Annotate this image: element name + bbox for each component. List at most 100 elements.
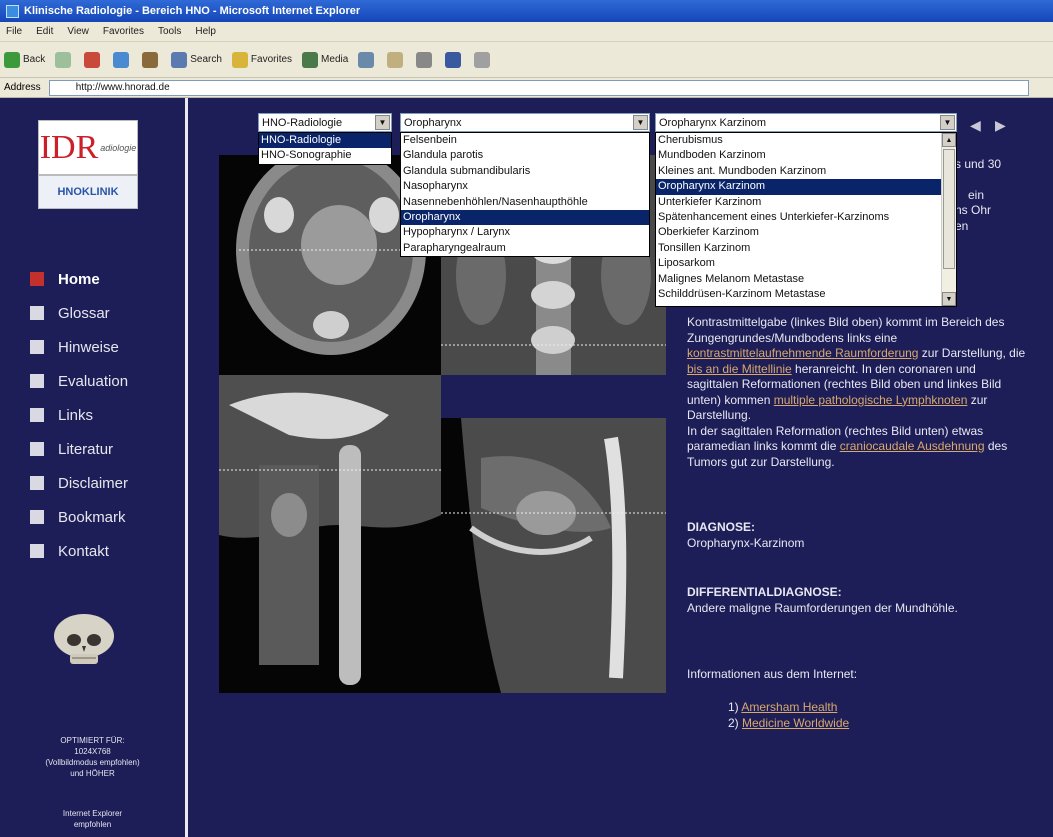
dropdown-arrow-icon[interactable]: ▼ [940,115,955,130]
hno-klinik-logo[interactable]: HNOKLINIK [38,175,138,209]
scroll-down-icon[interactable]: ▼ [942,292,956,306]
case-option[interactable]: Malignes Melanom Metastase [656,272,956,287]
nav-item-disclaimer[interactable]: Disclaimer [30,466,128,500]
refresh-button[interactable] [113,51,132,68]
media-icon [302,51,319,68]
hidden-text-line: s und 30 [955,157,1002,171]
nav-item-hinweise[interactable]: Hinweise [30,330,128,364]
category-option[interactable]: HNO-Sonographie [259,148,391,163]
category-select[interactable]: HNO-Radiologie ▼ [258,113,392,132]
case-option[interactable]: Cherubismus [656,133,956,148]
case-option[interactable]: Oropharynx Karzinom [656,179,956,195]
print-button[interactable] [416,51,435,68]
dropdown-arrow-icon[interactable]: ▼ [633,115,648,130]
nav-item-home[interactable]: Home [30,262,128,296]
search-button[interactable]: Search [171,51,222,68]
link-kontrastmittel[interactable]: kontrastmittelaufnehmende Raumforderung [687,346,918,360]
case-option[interactable]: Tonsillen Karzinom [656,241,956,256]
browser-note: Internet Explorer empfohlen [62,809,123,829]
category-option[interactable]: HNO-Radiologie [259,133,391,149]
region-select-value: Oropharynx [404,116,462,129]
case-option[interactable]: Mundboden Karzinom [656,148,956,163]
region-option[interactable]: Glandula submandibularis [401,164,649,179]
case-option[interactable]: Liposarkom [656,256,956,271]
case-select[interactable]: Oropharynx Karzinom ▼ [655,113,957,132]
forward-button[interactable] [55,51,74,68]
hidden-text-line: en [955,219,969,233]
link-lymphknoten[interactable]: multiple pathologische Lymphknoten [774,393,968,407]
region-option[interactable]: Oropharynx [401,209,649,226]
scroll-thumb[interactable] [943,149,955,269]
region-option[interactable]: Hypopharynx / Larynx [401,225,649,240]
diagnosis-block: DIAGNOSE: Oropharynx-Karzinom [687,520,804,551]
discuss-button[interactable] [474,51,493,68]
case-option[interactable]: Kleines ant. Mundboden Karzinom [656,164,956,179]
link-ausdehnung[interactable]: craniocaudale Ausdehnung [840,439,985,453]
next-case-arrow-icon[interactable]: ▶ [995,117,1006,134]
prev-case-arrow-icon[interactable]: ◀ [970,117,981,134]
scroll-up-icon[interactable]: ▲ [942,133,956,147]
region-select[interactable]: Oropharynx ▼ [400,113,650,132]
case-option[interactable]: Oberkiefer Karzinom [656,225,956,240]
ct-sagittal-left-image [219,375,441,693]
differential-text: Andere maligne Raumforderungen der Mundh… [687,600,958,615]
case-options-list: Cherubismus Mundboden Karzinom Kleines a… [655,132,957,307]
nav-bullet-icon [30,476,44,490]
link-medicine-worldwide[interactable]: Medicine Worldwide [742,716,849,730]
region-option[interactable]: Felsenbein [401,133,649,148]
case-list-scrollbar[interactable]: ▲ ▼ [941,133,956,306]
word-icon [445,51,462,68]
case-option[interactable]: Unterkiefer Karzinom [656,195,956,210]
region-option[interactable]: Nasennebenhöhlen/Nasenhaupthöhle [401,195,649,210]
address-url: http://www.hnorad.de [75,82,170,93]
discuss-icon [474,51,491,68]
region-option[interactable]: Nasopharynx [401,179,649,194]
case-option[interactable]: Schilddrüsen-Karzinom Metastase [656,287,956,302]
findings-text: Kontrastmittelgabe (linkes Bild oben) ko… [687,315,1026,469]
mail-button[interactable] [387,51,406,68]
nav-item-kontakt[interactable]: Kontakt [30,534,128,568]
window-titlebar: Klinische Radiologie - Bereich HNO - Mic… [0,0,1053,22]
media-button[interactable]: Media [302,51,348,68]
stop-button[interactable] [84,51,103,68]
ct-sagittal-right-image [441,418,666,693]
back-button[interactable]: Back [4,51,45,68]
region-option[interactable]: Parapharyngealraum [401,241,649,256]
category-options-list: HNO-Radiologie HNO-Sonographie [258,132,392,165]
address-label: Address [4,82,41,93]
menu-edit[interactable]: Edit [36,26,53,37]
menu-tools[interactable]: Tools [158,26,181,37]
nav-item-literatur[interactable]: Literatur [30,432,128,466]
nav-item-bookmark[interactable]: Bookmark [30,500,128,534]
nav-item-glossar[interactable]: Glossar [30,296,128,330]
favorites-button[interactable]: Favorites [231,51,292,68]
nav-bullet-icon [30,340,44,354]
mail-icon [387,51,404,68]
address-input[interactable]: http://www.hnorad.de [48,79,1029,96]
stop-icon [84,51,101,68]
nav-bullet-icon [30,544,44,558]
edit-button[interactable] [445,51,464,68]
ie-icon [6,4,19,18]
menu-file[interactable]: File [6,26,22,37]
history-button[interactable] [358,51,377,68]
dropdown-arrow-icon[interactable]: ▼ [375,115,390,130]
sidebar-divider [185,98,188,837]
link-mittellinie[interactable]: bis an die Mittellinie [687,362,792,376]
case-select-value: Oropharynx Karzinom [659,116,766,129]
menu-help[interactable]: Help [195,26,216,37]
nav-item-evaluation[interactable]: Evaluation [30,364,128,398]
search-icon [171,51,188,68]
diagnosis-text: Oropharynx-Karzinom [687,535,805,550]
idr-logo[interactable]: IDR adiologie [38,120,138,175]
diagnosis-heading: DIAGNOSE: [687,520,756,534]
case-option[interactable]: Spätenhancement eines Unterkiefer-Karzin… [656,210,956,225]
region-option[interactable]: Glandula parotis [401,148,649,163]
nav-item-links[interactable]: Links [30,398,128,432]
menu-favorites[interactable]: Favorites [103,26,144,37]
differential-heading: DIFFERENTIALDIAGNOSE: [687,585,842,599]
link-amersham-health[interactable]: Amersham Health [741,700,837,714]
menu-view[interactable]: View [67,26,89,37]
sidebar-nav: Home Glossar Hinweise Evaluation Links L… [30,262,128,568]
home-button[interactable] [142,51,161,68]
